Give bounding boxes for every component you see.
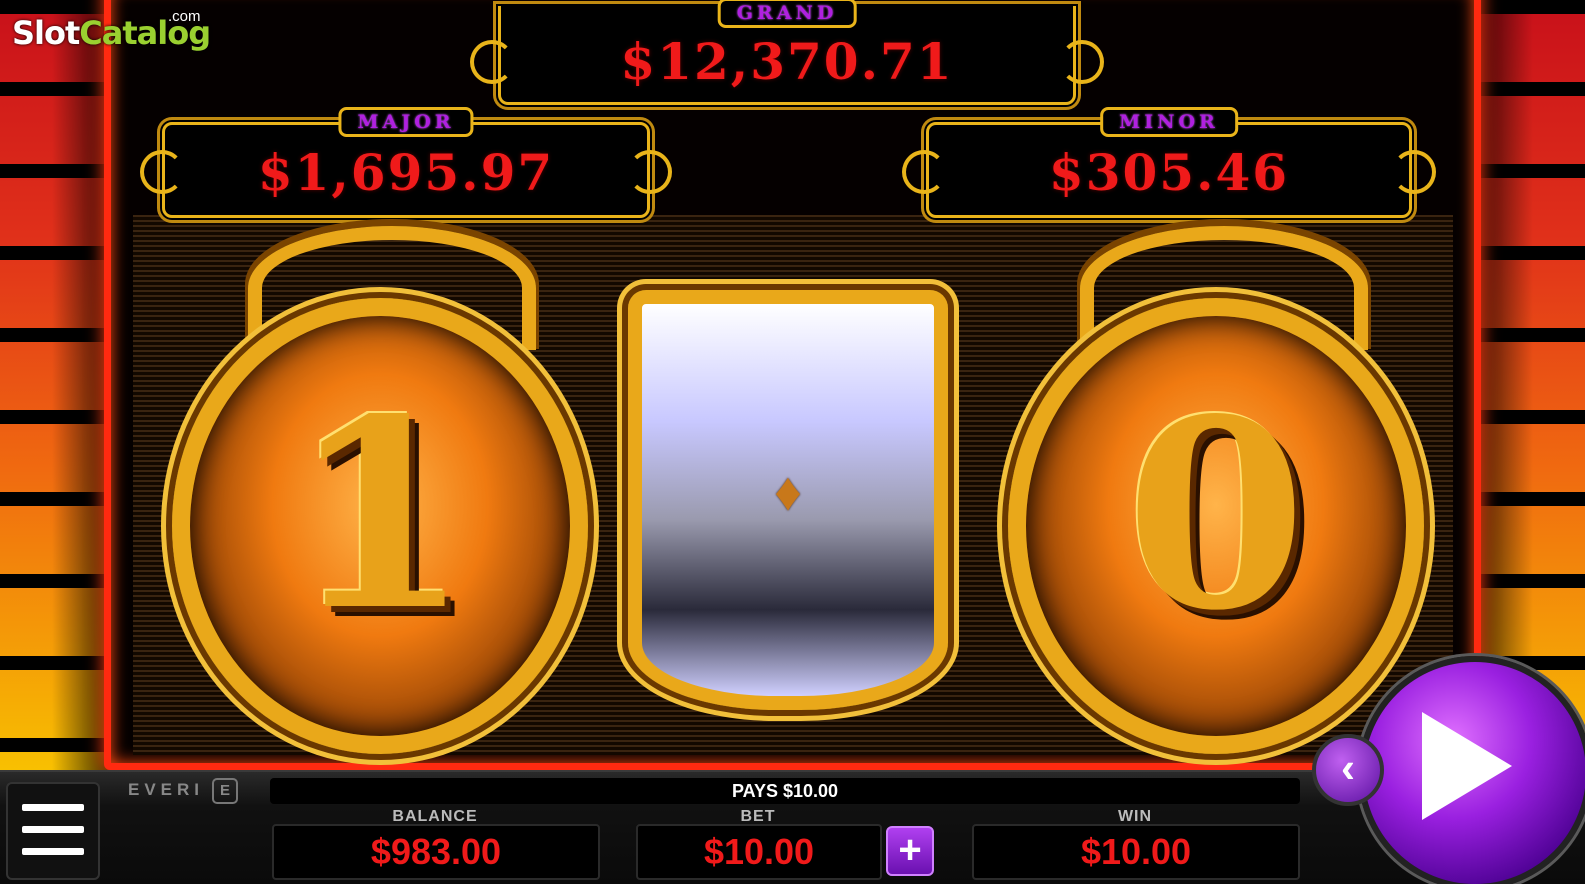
game-screen: GRAND $12,370.71 MAJOR $1,695.97 MINOR $… — [0, 0, 1585, 884]
watermark-suffix: .com — [168, 8, 201, 25]
major-jackpot-plaque: MAJOR $1,695.97 — [162, 107, 650, 218]
pays-message: PAYS $10.00 — [270, 778, 1300, 804]
balance-value: $983.00 — [272, 824, 600, 880]
left-reel: 1 — [172, 298, 588, 754]
hamburger-icon — [22, 826, 84, 833]
minor-jackpot-plaque: MINOR $305.46 — [926, 107, 1412, 218]
grand-jackpot-amount: $12,370.71 — [620, 32, 954, 91]
brand-logo: EVERI — [128, 780, 205, 799]
ornament-icon — [628, 150, 672, 194]
right-reel: 0 — [1008, 298, 1424, 754]
major-jackpot-amount: $1,695.97 — [257, 143, 555, 202]
ornament-icon — [902, 150, 946, 194]
fleur-de-lis-icon: ♦ — [774, 462, 802, 523]
minor-jackpot-label: MINOR — [1100, 107, 1238, 137]
win-value: $10.00 — [972, 824, 1300, 880]
menu-button[interactable] — [6, 782, 100, 880]
ornament-icon — [1060, 40, 1104, 84]
major-jackpot-label: MAJOR — [338, 107, 474, 137]
brand-mark-icon: E — [212, 778, 238, 804]
grand-jackpot-plaque: GRAND $12,370.71 — [498, 0, 1076, 105]
ornament-icon — [1392, 150, 1436, 194]
chevron-left-icon: ‹ — [1341, 744, 1355, 791]
hamburger-icon — [22, 848, 84, 855]
play-icon[interactable] — [1422, 712, 1512, 820]
hamburger-icon — [22, 804, 84, 811]
center-reel-shield: ♦ — [628, 290, 948, 710]
watermark-part1: Slot — [12, 14, 80, 52]
ornament-icon — [140, 150, 184, 194]
ornament-icon — [470, 40, 514, 84]
grand-jackpot-label: GRAND — [717, 0, 857, 28]
back-button[interactable]: ‹ — [1312, 734, 1384, 806]
right-reel-digit: 0 — [1125, 363, 1307, 668]
bet-value: $10.00 — [636, 824, 882, 880]
minor-jackpot-amount: $305.46 — [1048, 143, 1290, 202]
bet-increase-button[interactable]: + — [886, 826, 934, 876]
left-reel-digit: 1 — [289, 363, 471, 668]
